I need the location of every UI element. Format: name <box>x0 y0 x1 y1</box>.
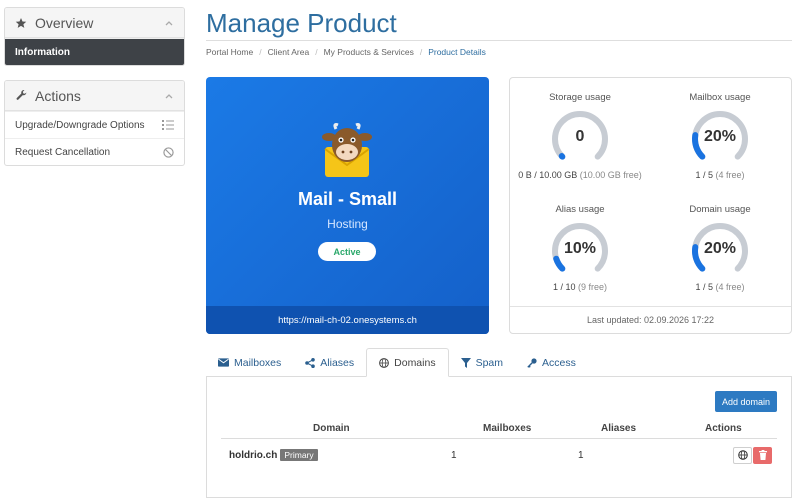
star-icon <box>15 17 29 29</box>
actions-panel-header[interactable]: Actions <box>5 81 184 111</box>
mailbox-gauge: 20% <box>692 111 748 160</box>
gauge-value: 20% <box>704 240 736 257</box>
share-icon <box>305 357 316 368</box>
status-badge: Active <box>318 242 376 261</box>
sidebar-item-information[interactable]: Information <box>5 38 184 65</box>
tab-spam[interactable]: Spam <box>449 348 515 377</box>
tab-aliases[interactable]: Aliases <box>293 348 366 377</box>
tab-mailboxes[interactable]: Mailboxes <box>206 348 293 377</box>
tab-label: Domains <box>394 356 436 369</box>
mailbox-usage: Mailbox usage 20% 1 / 5 (4 free) <box>650 92 790 181</box>
gauge-label: Domain usage <box>689 204 751 215</box>
domain-name: holdrio.ch <box>229 449 278 461</box>
storage-usage: Storage usage 0 0 B / 10.00 GB (10.00 GB… <box>510 92 650 181</box>
gauge-used: 1 / 5 <box>695 170 713 180</box>
envelope-icon <box>218 358 229 367</box>
domain-cell: holdrio.ch Primary <box>229 441 318 469</box>
alias-usage: Alias usage 10% 1 / 10 (9 free) <box>510 204 650 293</box>
wrench-icon <box>15 89 29 102</box>
domain-usage: Domain usage 20% 1 / 5 (4 free) <box>650 204 790 293</box>
tab-access[interactable]: Access <box>515 348 588 377</box>
mailboxes-count: 1 <box>451 449 457 461</box>
gauge-label: Mailbox usage <box>689 92 751 103</box>
product-url-link[interactable]: https://mail-ch-02.onesystems.ch <box>206 306 489 334</box>
gauge-label: Alias usage <box>555 204 605 215</box>
breadcrumb-portal-home[interactable]: Portal Home <box>206 47 253 57</box>
delete-domain-button[interactable] <box>753 446 772 464</box>
globe-icon <box>737 450 748 460</box>
aliases-count: 1 <box>578 449 584 461</box>
storage-gauge: 0 <box>552 111 608 160</box>
chevron-up-icon[interactable] <box>164 88 174 104</box>
gauge-detail: 0 B / 10.00 GB (10.00 GB free) <box>510 169 650 181</box>
add-domain-button[interactable]: Add domain <box>715 391 777 412</box>
sidebar-item-upgrade[interactable]: Upgrade/Downgrade Options <box>5 111 184 138</box>
column-aliases: Aliases <box>601 423 637 434</box>
overview-panel-header[interactable]: Overview <box>5 8 184 38</box>
product-card: Mail - Small Hosting Active https://mail… <box>206 77 489 334</box>
gauge-used: 1 / 5 <box>695 282 713 292</box>
usage-card: Storage usage 0 0 B / 10.00 GB (10.00 GB… <box>509 77 792 334</box>
trash-icon <box>758 450 767 460</box>
overview-title: Overview <box>35 14 94 31</box>
gauge-free: (4 free) <box>715 282 745 292</box>
ban-icon <box>163 146 174 158</box>
gauge-used: 1 / 10 <box>552 282 576 292</box>
key-icon <box>527 357 537 368</box>
gauge-label: Storage usage <box>549 92 611 103</box>
tab-domains[interactable]: Domains <box>366 348 449 377</box>
tab-label: Mailboxes <box>234 356 282 369</box>
gauge-free: (10.00 GB free) <box>579 170 642 180</box>
breadcrumb-separator: / <box>419 47 423 57</box>
domain-globe-button[interactable] <box>733 446 752 464</box>
sidebar-item-cancellation[interactable]: Request Cancellation <box>5 138 184 165</box>
column-domain: Domain <box>313 423 350 434</box>
product-name: Mail - Small <box>297 189 398 209</box>
breadcrumb-client-area[interactable]: Client Area <box>268 47 310 57</box>
row-actions <box>733 441 772 469</box>
mail-cow-logo-icon <box>321 123 373 182</box>
sidebar-item-label: Upgrade/Downgrade Options <box>15 119 145 131</box>
breadcrumb-current: Product Details <box>428 47 486 57</box>
primary-badge: Primary <box>280 449 318 461</box>
domains-pane: Add domain Domain Mailboxes Aliases Acti… <box>206 376 792 498</box>
globe-icon <box>379 357 390 368</box>
gauge-free: (9 free) <box>578 282 608 292</box>
sidebar-item-label: Request Cancellation <box>15 146 111 158</box>
product-tabs: Mailboxes Aliases Domains Spam Access <box>206 348 588 377</box>
breadcrumb-separator: / <box>259 47 262 57</box>
gauge-free: (4 free) <box>715 170 745 180</box>
actions-panel: Actions Upgrade/Downgrade Options Reques… <box>4 80 185 166</box>
list-icon <box>162 120 174 130</box>
domain-gauge: 20% <box>692 223 748 272</box>
breadcrumb-products[interactable]: My Products & Services <box>324 47 414 57</box>
overview-panel: Overview Information <box>4 7 185 66</box>
chevron-up-icon[interactable] <box>164 15 174 31</box>
domains-table-header: Domain Mailboxes Aliases Actions <box>221 419 777 439</box>
gauge-value: 10% <box>564 240 596 257</box>
breadcrumb-separator: / <box>315 47 318 57</box>
alias-gauge: 10% <box>552 223 608 272</box>
actions-title: Actions <box>35 87 81 104</box>
last-updated: Last updated: 02.09.2026 17:22 <box>510 306 791 333</box>
title-divider <box>206 40 792 41</box>
breadcrumb: Portal Home / Client Area / My Products … <box>206 47 486 57</box>
filter-icon <box>460 357 471 368</box>
gauge-detail: 1 / 5 (4 free) <box>650 281 790 293</box>
tab-label: Aliases <box>320 356 355 369</box>
column-actions: Actions <box>705 423 742 434</box>
gauge-detail: 1 / 10 (9 free) <box>510 281 650 293</box>
gauge-value: 0 <box>576 128 585 145</box>
tab-label: Spam <box>475 356 504 369</box>
column-mailboxes: Mailboxes <box>483 423 532 434</box>
product-type: Hosting <box>327 217 368 231</box>
sidebar-item-label: Information <box>15 46 70 58</box>
tab-label: Access <box>542 356 576 369</box>
gauge-used: 0 B / 10.00 GB <box>518 170 578 180</box>
gauge-detail: 1 / 5 (4 free) <box>650 169 790 181</box>
gauge-value: 20% <box>704 128 736 145</box>
page-title: Manage Product <box>206 8 397 38</box>
table-row: holdrio.ch Primary 1 1 <box>221 441 777 469</box>
